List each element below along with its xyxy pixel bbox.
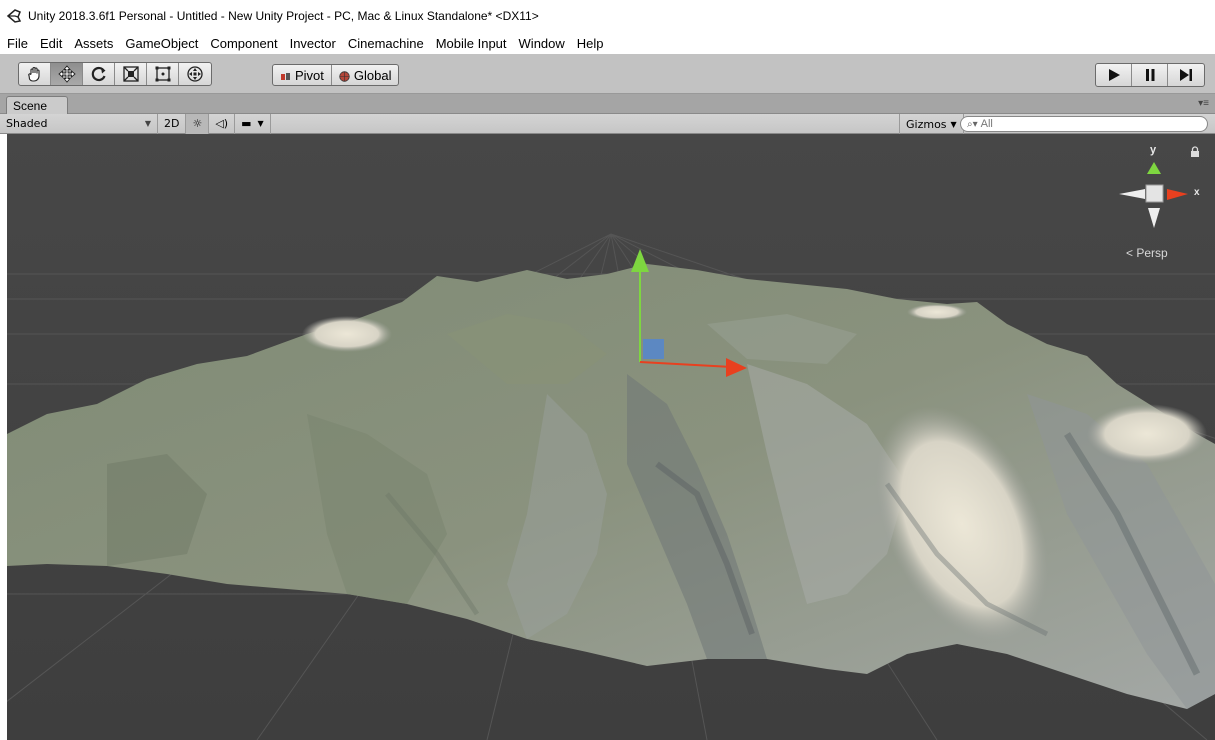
audio-toggle[interactable]: ◁)	[209, 113, 236, 134]
effects-dropdown[interactable]: ▬ ▼	[235, 113, 271, 134]
rect-tool-button[interactable]	[147, 63, 179, 85]
transform-combined-icon	[187, 66, 203, 82]
pivot-toggle-button[interactable]: Pivot	[273, 65, 332, 85]
main-toolbar	[0, 54, 1215, 94]
image-effects-icon: ▬	[241, 117, 252, 130]
menu-bar: File Edit Assets GameObject Component In…	[0, 32, 1215, 54]
tab-scene[interactable]: Scene	[6, 96, 68, 115]
menu-assets[interactable]: Assets	[73, 36, 114, 51]
menu-cinemachine[interactable]: Cinemachine	[347, 36, 425, 51]
tab-options-icon[interactable]: ▾≡	[1198, 98, 1209, 109]
globe-icon	[339, 70, 350, 82]
scene-render	[7, 134, 1215, 740]
move-arrows-icon	[57, 65, 76, 83]
menu-file[interactable]: File	[6, 36, 29, 51]
scene-viewport[interactable]: y x < Persp	[7, 134, 1215, 740]
axis-y-label: y	[1150, 144, 1157, 156]
shading-mode-dropdown[interactable]: Shaded ▼	[0, 113, 158, 134]
speaker-icon: ◁)	[215, 117, 229, 130]
scene-tab-strip: Scene ▾≡	[0, 94, 1215, 115]
move-tool-button[interactable]	[51, 63, 83, 85]
menu-window[interactable]: Window	[518, 36, 566, 51]
menu-invector[interactable]: Invector	[289, 36, 337, 51]
lighting-toggle[interactable]: ☼	[186, 113, 210, 134]
projection-label: Persp	[1136, 246, 1168, 260]
gizmos-label: Gizmos	[906, 117, 947, 131]
play-icon	[1108, 69, 1120, 81]
pivot-controls: Pivot Global	[272, 64, 400, 86]
menu-edit[interactable]: Edit	[39, 36, 63, 51]
step-button[interactable]	[1168, 64, 1204, 86]
projection-toggle[interactable]: < Persp	[1126, 246, 1168, 260]
title-bar: Unity 2018.3.6f1 Personal - Untitled - N…	[0, 0, 1215, 32]
unity-logo-icon	[6, 9, 22, 23]
pivot-label: Pivot	[295, 67, 324, 83]
scale-icon	[122, 66, 139, 82]
rotate-tool-button[interactable]	[83, 63, 115, 85]
scale-tool-button[interactable]	[115, 63, 147, 85]
chevron-down-icon: ▼	[144, 119, 151, 128]
pause-button[interactable]	[1132, 64, 1168, 86]
transform-tools	[18, 62, 212, 86]
chevron-down-icon: ▼	[950, 119, 957, 129]
menu-component[interactable]: Component	[209, 36, 278, 51]
scene-toolbar: Shaded ▼ 2D ☼ ◁) ▬ ▼ Gizmos ▼ ⌕▾ All	[0, 113, 1215, 134]
sun-icon: ☼	[192, 117, 203, 130]
lock-icon[interactable]	[1189, 146, 1201, 158]
window-title: Unity 2018.3.6f1 Personal - Untitled - N…	[28, 9, 539, 23]
hand-icon	[27, 66, 40, 82]
rect-transform-icon	[155, 66, 170, 82]
pivot-icon	[280, 70, 291, 81]
chevron-left-icon: <	[1126, 246, 1134, 260]
play-button[interactable]	[1096, 64, 1132, 86]
mode-2d-toggle[interactable]: 2D	[158, 113, 187, 134]
shading-mode-value: Shaded	[6, 117, 48, 130]
scene-search-field[interactable]: ⌕▾ All	[960, 116, 1208, 132]
search-icon: ⌕▾	[967, 118, 978, 130]
global-toggle-button[interactable]: Global	[332, 65, 399, 85]
chevron-down-icon: ▼	[257, 119, 264, 128]
global-label: Global	[353, 67, 392, 83]
pause-icon	[1145, 69, 1154, 81]
transform-tool-button[interactable]	[179, 63, 211, 85]
rotate-icon	[91, 66, 106, 82]
axis-x-label: x	[1194, 187, 1200, 198]
menu-gameobject[interactable]: GameObject	[124, 36, 199, 51]
step-icon	[1180, 69, 1192, 81]
hand-tool-button[interactable]	[19, 63, 51, 85]
menu-mobile-input[interactable]: Mobile Input	[435, 36, 508, 51]
gizmos-dropdown[interactable]: Gizmos ▼	[899, 114, 964, 134]
search-placeholder: All	[980, 118, 993, 130]
menu-help[interactable]: Help	[576, 36, 605, 51]
play-controls	[1095, 63, 1205, 87]
